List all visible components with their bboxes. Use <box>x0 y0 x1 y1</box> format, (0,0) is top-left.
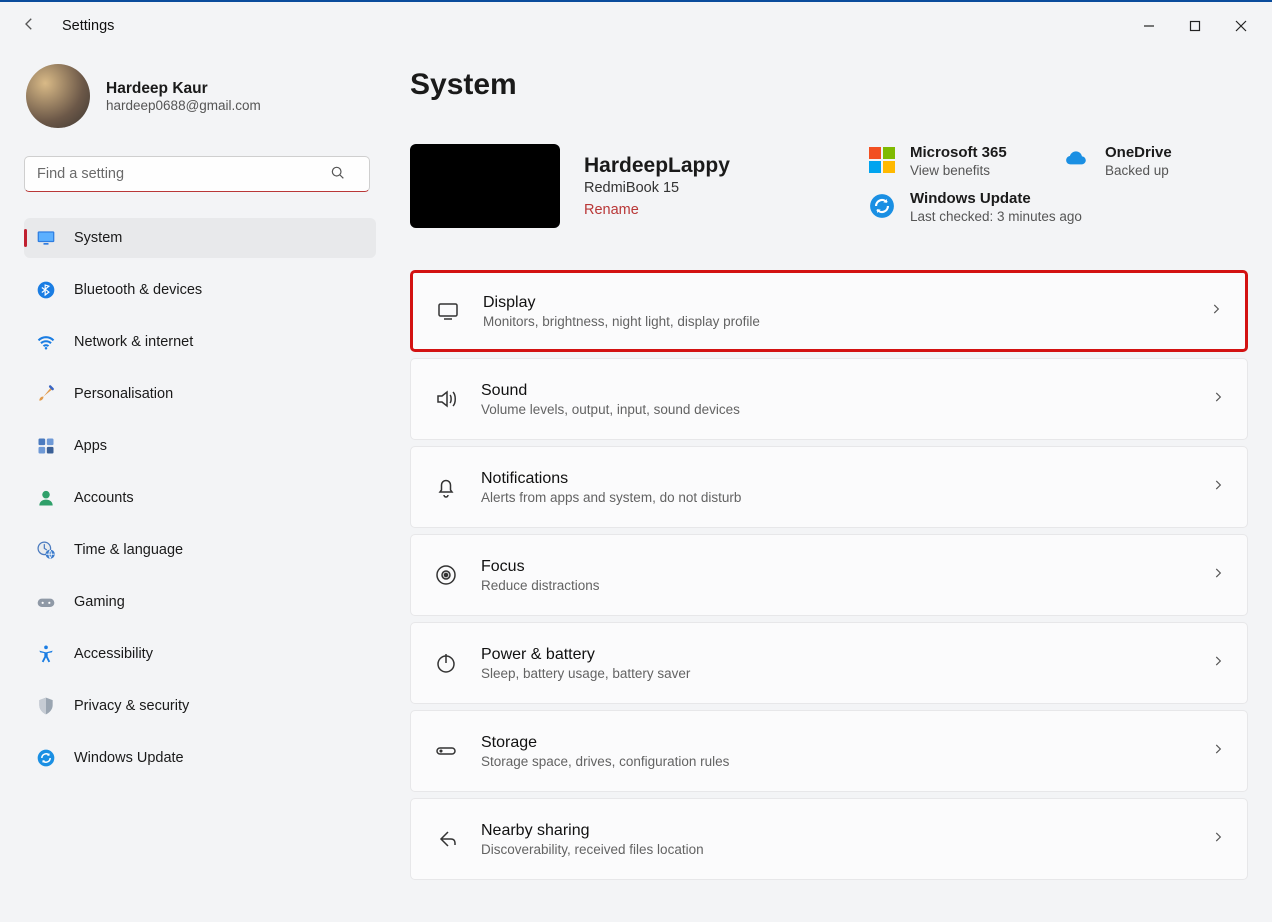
sidebar-item-label: Privacy & security <box>74 698 189 714</box>
maximize-button[interactable] <box>1172 10 1218 42</box>
share-icon <box>433 826 459 852</box>
ms365-icon <box>868 146 896 174</box>
sidebar-item-accounts[interactable]: Accounts <box>24 478 376 518</box>
avatar <box>26 64 90 128</box>
row-sub: Monitors, brightness, night light, displ… <box>483 314 760 329</box>
row-sub: Sleep, battery usage, battery saver <box>481 666 690 681</box>
sidebar-item-label: Time & language <box>74 542 183 558</box>
window-title: Settings <box>62 18 114 34</box>
info-card-windows-update[interactable]: Windows Update Last checked: 3 minutes ag… <box>868 190 1248 224</box>
search-icon[interactable] <box>330 165 346 186</box>
profile-block[interactable]: Hardeep Kaur hardeep0688@gmail.com <box>24 64 374 128</box>
device-name: HardeepLappy <box>584 154 730 178</box>
row-title: Power & battery <box>481 646 690 664</box>
page-title: System <box>410 68 1248 102</box>
shield-icon <box>36 696 56 716</box>
row-sub: Volume levels, output, input, sound devi… <box>481 402 740 417</box>
sidebar-item-label: Accessibility <box>74 646 153 662</box>
titlebar: Settings <box>0 2 1272 50</box>
close-button[interactable] <box>1218 10 1264 42</box>
sidebar-item-label: Personalisation <box>74 386 173 402</box>
chevron-right-icon <box>1211 478 1225 497</box>
sidebar-item-network[interactable]: Network & internet <box>24 322 376 362</box>
bell-icon <box>433 474 459 500</box>
row-title: Sound <box>481 382 740 400</box>
accounts-icon <box>36 488 56 508</box>
row-sub: Alerts from apps and system, do not dist… <box>481 490 741 505</box>
sidebar-item-accessibility[interactable]: Accessibility <box>24 634 376 674</box>
sidebar-item-label: Apps <box>74 438 107 454</box>
info-sub: View benefits <box>910 163 1007 178</box>
info-sub: Last checked: 3 minutes ago <box>910 209 1082 224</box>
apps-icon <box>36 436 56 456</box>
wifi-icon <box>36 332 56 352</box>
main-content: System HardeepLappy RedmiBook 15 Rename … <box>390 50 1272 922</box>
sidebar-item-bluetooth[interactable]: Bluetooth & devices <box>24 270 376 310</box>
chevron-right-icon <box>1211 830 1225 849</box>
setting-row-focus[interactable]: Focus Reduce distractions <box>410 534 1248 616</box>
sidebar-item-system[interactable]: System <box>24 218 376 258</box>
row-title: Display <box>483 294 760 312</box>
back-icon[interactable] <box>20 15 38 38</box>
power-icon <box>433 650 459 676</box>
rename-link[interactable]: Rename <box>584 202 639 218</box>
system-icon <box>36 228 56 248</box>
clock-globe-icon <box>36 540 56 560</box>
sidebar-item-apps[interactable]: Apps <box>24 426 376 466</box>
sidebar-item-label: Accounts <box>74 490 134 506</box>
chevron-right-icon <box>1211 742 1225 761</box>
brush-icon <box>36 384 56 404</box>
setting-row-nearby-sharing[interactable]: Nearby sharing Discoverability, received … <box>410 798 1248 880</box>
row-title: Storage <box>481 734 729 752</box>
sidebar-item-label: Network & internet <box>74 334 193 350</box>
sidebar-item-label: Bluetooth & devices <box>74 282 202 298</box>
info-card-onedrive[interactable]: OneDrive Backed up <box>1063 144 1248 178</box>
setting-row-storage[interactable]: Storage Storage space, drives, configurat… <box>410 710 1248 792</box>
row-title: Focus <box>481 558 600 576</box>
info-title: Windows Update <box>910 190 1082 207</box>
bluetooth-icon <box>36 280 56 300</box>
info-card-ms365[interactable]: Microsoft 365 View benefits <box>868 144 1053 178</box>
device-thumbnail <box>410 144 560 228</box>
profile-name: Hardeep Kaur <box>106 80 261 98</box>
gaming-icon <box>36 592 56 612</box>
profile-email: hardeep0688@gmail.com <box>106 98 261 113</box>
row-title: Nearby sharing <box>481 822 704 840</box>
row-title: Notifications <box>481 470 741 488</box>
display-icon <box>435 298 461 324</box>
sidebar: Hardeep Kaur hardeep0688@gmail.com Syste… <box>0 50 390 922</box>
setting-row-notifications[interactable]: Notifications Alerts from apps and system… <box>410 446 1248 528</box>
sidebar-item-windows-update[interactable]: Windows Update <box>24 738 376 778</box>
update-icon <box>868 192 896 220</box>
search-input[interactable] <box>24 156 370 192</box>
onedrive-icon <box>1063 146 1091 174</box>
info-title: Microsoft 365 <box>910 144 1007 161</box>
accessibility-icon <box>36 644 56 664</box>
chevron-right-icon <box>1211 566 1225 585</box>
sidebar-item-label: System <box>74 230 122 246</box>
sidebar-item-label: Gaming <box>74 594 125 610</box>
sidebar-item-personalisation[interactable]: Personalisation <box>24 374 376 414</box>
chevron-right-icon <box>1211 654 1225 673</box>
info-title: OneDrive <box>1105 144 1172 161</box>
row-sub: Discoverability, received files location <box>481 842 704 857</box>
focus-icon <box>433 562 459 588</box>
sidebar-item-gaming[interactable]: Gaming <box>24 582 376 622</box>
sidebar-item-time-language[interactable]: Time & language <box>24 530 376 570</box>
minimize-button[interactable] <box>1126 10 1172 42</box>
setting-row-power[interactable]: Power & battery Sleep, battery usage, bat… <box>410 622 1248 704</box>
chevron-right-icon <box>1211 390 1225 409</box>
sidebar-item-privacy[interactable]: Privacy & security <box>24 686 376 726</box>
row-sub: Reduce distractions <box>481 578 600 593</box>
row-sub: Storage space, drives, configuration rul… <box>481 754 729 769</box>
sidebar-item-label: Windows Update <box>74 750 184 766</box>
chevron-right-icon <box>1209 302 1223 321</box>
device-model: RedmiBook 15 <box>584 180 730 196</box>
update-icon <box>36 748 56 768</box>
setting-row-display[interactable]: Display Monitors, brightness, night light… <box>410 270 1248 352</box>
sound-icon <box>433 386 459 412</box>
setting-row-sound[interactable]: Sound Volume levels, output, input, sound… <box>410 358 1248 440</box>
storage-icon <box>433 738 459 764</box>
info-sub: Backed up <box>1105 163 1172 178</box>
